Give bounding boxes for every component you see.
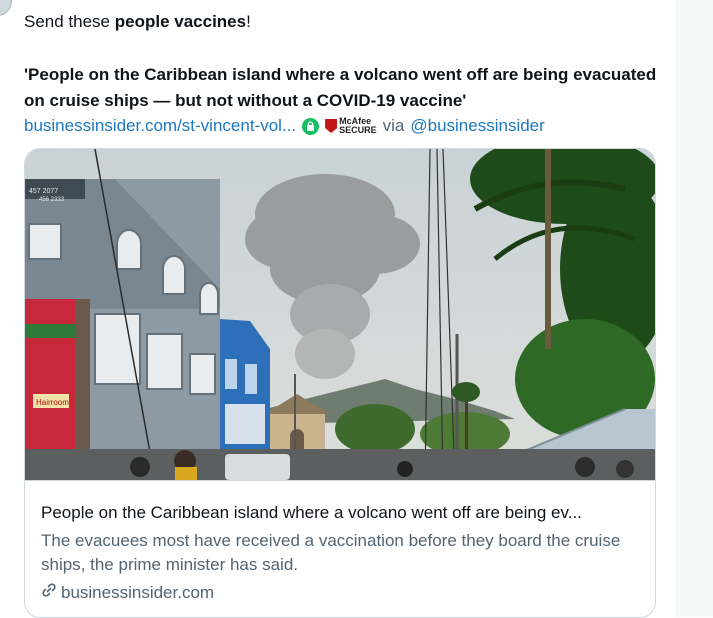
card-description: The evacuees most have received a vaccin… — [41, 531, 621, 574]
lock-icon — [302, 117, 320, 135]
avatar[interactable] — [0, 0, 12, 16]
shop-sign: Hairroom — [36, 398, 69, 407]
mcafee-badge: McAfee SECURE — [325, 117, 377, 135]
building-sign-number: 457 2077 — [29, 188, 58, 195]
article-url-link[interactable]: businessinsider.com/st-vincent-vol... — [24, 114, 296, 138]
tweet-text-line: Send these people vaccines! — [24, 10, 664, 34]
tweet-body: Send these people vaccines! 'People on t… — [24, 10, 664, 138]
tweet-text-bold: people vaccines — [114, 12, 247, 31]
link-preview-card[interactable]: 457 2077 456 2333 Hairroom People on the… — [24, 148, 656, 618]
tweet-text-suffix: ! — [246, 12, 251, 31]
article-photo[interactable]: 457 2077 456 2333 Hairroom — [25, 149, 655, 481]
card-domain[interactable]: businessinsider.com — [61, 581, 214, 605]
headline-close-quote: ' — [462, 91, 467, 110]
building-sign-number-2: 456 2333 — [39, 197, 65, 203]
mcafee-shield-icon — [325, 119, 338, 133]
quoted-headline: 'People on the Caribbean island where a … — [24, 62, 664, 114]
link-icon — [41, 581, 57, 605]
tweet-text-prefix: Send these — [24, 12, 115, 31]
watermark: 51yi mi nDI Y — [520, 590, 628, 607]
url-row: businessinsider.com/st-vincent-vol... Mc… — [24, 114, 664, 138]
via-label: via — [382, 116, 405, 135]
right-panel-edge — [676, 0, 713, 617]
handle-link[interactable]: @businessinsider — [410, 114, 544, 138]
mcafee-label-2: SECURE — [339, 125, 377, 135]
headline-text: People on the Caribbean island where a v… — [24, 65, 657, 110]
card-title[interactable]: People on the Caribbean island where a v… — [41, 501, 641, 525]
